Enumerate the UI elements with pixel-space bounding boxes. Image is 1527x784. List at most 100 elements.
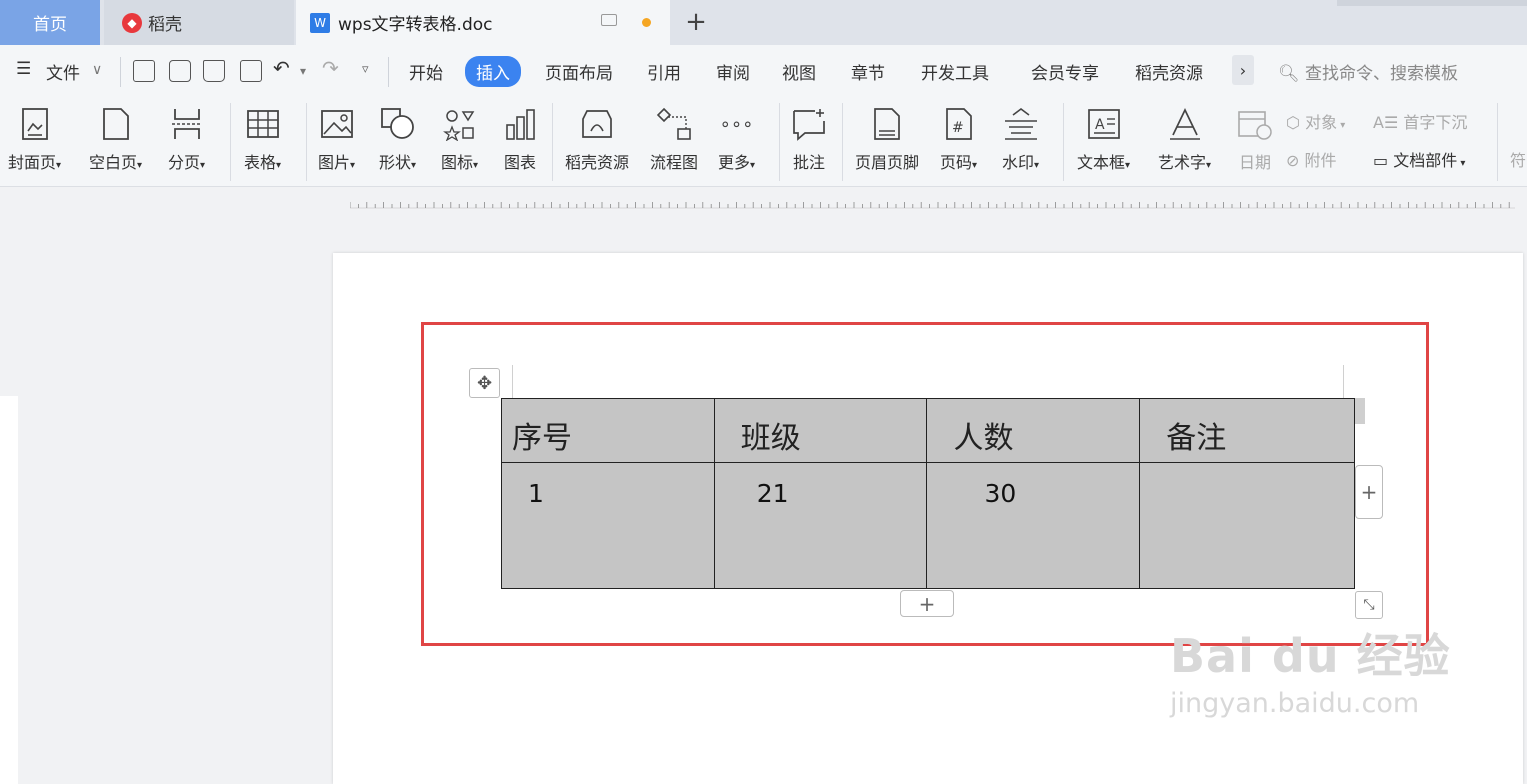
icons-label: 图标: [441, 153, 474, 172]
object-button[interactable]: ⬡ 对象 ▾: [1286, 109, 1345, 133]
tab-home[interactable]: 首页: [0, 0, 100, 45]
cover-page-button[interactable]: 封面页▾: [8, 105, 61, 173]
docer-resource-icon: [579, 105, 615, 143]
table-cell[interactable]: 备注: [1139, 398, 1355, 463]
page-break-icon: [169, 105, 205, 143]
page-number-button[interactable]: # 页码▾: [940, 105, 977, 173]
tab-document[interactable]: W wps文字转表格.doc: [296, 0, 670, 45]
icons-button[interactable]: 图标▾: [441, 105, 478, 173]
table-cell[interactable]: [1139, 462, 1355, 589]
table-move-handle[interactable]: ✥: [469, 368, 500, 398]
table-cell[interactable]: 1: [501, 462, 715, 589]
add-row-button[interactable]: +: [900, 590, 954, 617]
menu-docer-resources[interactable]: 稻壳资源: [1135, 59, 1203, 84]
menu-member[interactable]: 会员专享: [1031, 59, 1099, 84]
undo-icon[interactable]: ↶: [273, 56, 290, 80]
more-button[interactable]: ∘∘∘ 更多▾: [718, 105, 755, 173]
tab-bar: 首页 ◆ 稻壳 W wps文字转表格.doc +: [0, 0, 1527, 45]
symbol-button[interactable]: 符: [1510, 147, 1526, 171]
menu-start[interactable]: 开始: [409, 59, 443, 84]
new-tab-button[interactable]: +: [682, 7, 710, 37]
more-label: 更多: [718, 153, 751, 172]
menu-view[interactable]: 视图: [782, 59, 816, 84]
page-break-button[interactable]: 分页▾: [168, 105, 205, 173]
undo-dropdown-icon[interactable]: ▾: [300, 64, 306, 78]
data-table[interactable]: 序号 班级 人数 备注 1 21 30: [501, 398, 1355, 589]
comment-button[interactable]: 批注: [791, 105, 827, 173]
drop-cap-label: 首字下沉: [1403, 113, 1468, 132]
cell-boundary-line: [1343, 365, 1344, 398]
textbox-icon: A: [1086, 105, 1122, 143]
file-dropdown-icon[interactable]: ∨: [92, 62, 102, 78]
ruler-scale: [0, 396, 18, 784]
add-column-button[interactable]: +: [1355, 465, 1383, 519]
tab-docer[interactable]: ◆ 稻壳: [104, 0, 294, 45]
table-cell[interactable]: 人数: [926, 398, 1141, 463]
tab-document-label: wps文字转表格.doc: [338, 15, 493, 35]
textbox-button[interactable]: A 文本框▾: [1077, 105, 1130, 173]
customize-quick-access-icon[interactable]: ▿: [362, 62, 369, 77]
save-icon[interactable]: [133, 60, 155, 82]
object-label: 对象: [1305, 113, 1338, 132]
watermark-url: jingyan.baidu.com: [1170, 688, 1420, 719]
print-preview-icon[interactable]: [240, 60, 262, 82]
search-icon: 🔍︎: [1278, 64, 1300, 84]
blank-page-label: 空白页: [89, 153, 138, 172]
table-button[interactable]: 表格▾: [244, 105, 281, 173]
menu-file[interactable]: 文件: [46, 59, 80, 84]
attachment-button[interactable]: ⊘ 附件: [1286, 147, 1337, 171]
textbox-label: 文本框: [1077, 153, 1126, 172]
blank-page-button[interactable]: 空白页▾: [89, 105, 142, 173]
docer-resource-label: 稻壳资源: [565, 153, 630, 172]
date-button[interactable]: 日期: [1237, 105, 1273, 173]
table-cell[interactable]: 21: [713, 462, 928, 589]
watermark-brand: Bai du 经验: [1170, 629, 1451, 683]
menu-review[interactable]: 审阅: [716, 59, 750, 84]
separator: [842, 103, 843, 181]
separator: [1063, 103, 1064, 181]
wordart-icon: [1167, 105, 1203, 143]
watermark-button[interactable]: 水印▾: [1002, 105, 1039, 173]
cover-page-icon: [17, 105, 53, 143]
menu-references[interactable]: 引用: [647, 59, 681, 84]
vertical-ruler[interactable]: [0, 216, 18, 784]
comment-label: 批注: [792, 153, 825, 172]
move-icon: ✥: [476, 372, 493, 394]
wps-writer-icon: W: [310, 12, 330, 33]
watermark-icon: [1003, 105, 1039, 143]
export-pdf-icon[interactable]: [169, 60, 191, 82]
docer-resource-button[interactable]: 稻壳资源: [565, 105, 629, 173]
table-cell[interactable]: 班级: [713, 398, 928, 463]
header-footer-button[interactable]: 页眉页脚: [855, 105, 919, 173]
watermark-label: 水印: [1002, 153, 1035, 172]
horizontal-ruler[interactable]: [0, 188, 1527, 216]
drop-cap-button[interactable]: A☰ 首字下沉: [1373, 109, 1467, 133]
shape-icon: [380, 105, 416, 143]
docer-logo-icon: ◆: [122, 12, 142, 33]
redo-icon[interactable]: ↷: [322, 56, 339, 80]
menu-page-layout[interactable]: 页面布局: [545, 59, 613, 84]
hamburger-icon[interactable]: ☰: [16, 59, 31, 79]
picture-icon: [319, 105, 355, 143]
table-cell[interactable]: 30: [926, 462, 1141, 589]
monitor-icon[interactable]: [601, 14, 617, 26]
print-icon[interactable]: [203, 60, 225, 82]
flowchart-button[interactable]: 流程图: [650, 105, 698, 173]
separator: [120, 57, 121, 87]
wordart-button[interactable]: 艺术字▾: [1158, 105, 1211, 173]
menu-chapter[interactable]: 章节: [851, 59, 885, 84]
chart-button[interactable]: 图表: [502, 105, 538, 173]
table-resize-handle[interactable]: ⤡: [1355, 591, 1383, 619]
doc-parts-button[interactable]: ▭ 文档部件 ▾: [1373, 147, 1465, 171]
menu-insert[interactable]: 插入: [465, 56, 521, 87]
plus-icon: +: [918, 591, 936, 616]
cover-page-label: 封面页: [8, 153, 57, 172]
shape-button[interactable]: 形状▾: [379, 105, 416, 173]
table-icon: [245, 105, 281, 143]
menu-developer[interactable]: 开发工具: [921, 59, 989, 84]
menu-more-button[interactable]: ›: [1232, 55, 1254, 85]
separator: [230, 103, 231, 181]
command-search[interactable]: 🔍︎ 查找命令、搜索模板: [1278, 59, 1458, 84]
table-cell[interactable]: 序号: [501, 398, 715, 463]
picture-button[interactable]: 图片▾: [318, 105, 355, 173]
